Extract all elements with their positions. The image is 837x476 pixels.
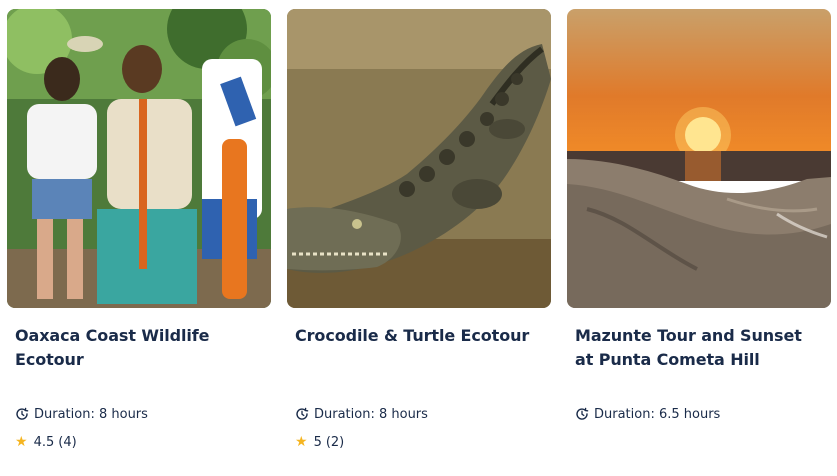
activity-title[interactable]: Oaxaca Coast Wildlife Ecotour bbox=[15, 324, 265, 372]
clock-refresh-icon bbox=[295, 407, 309, 421]
clock-refresh-icon bbox=[575, 407, 589, 421]
activity-duration-text: Duration: 8 hours bbox=[34, 406, 148, 422]
activity-card-oaxaca-coast-wildlife[interactable]: Oaxaca Coast Wildlife Ecotour Duration: … bbox=[7, 9, 271, 469]
activity-card-list: Oaxaca Coast Wildlife Ecotour Duration: … bbox=[0, 0, 837, 476]
activity-title[interactable]: Mazunte Tour and Sunset at Punta Cometa … bbox=[575, 324, 825, 372]
rating-value: 5 bbox=[313, 434, 322, 450]
star-icon: ★ bbox=[15, 434, 28, 450]
activity-duration: Duration: 6.5 hours bbox=[575, 405, 720, 423]
activity-rating: ★ 4.5 (4) bbox=[15, 433, 77, 451]
review-count: (4) bbox=[58, 434, 77, 450]
activity-card-mazunte-sunset[interactable]: Mazunte Tour and Sunset at Punta Cometa … bbox=[567, 9, 831, 469]
activity-image[interactable] bbox=[287, 9, 551, 308]
activity-duration-text: Duration: 8 hours bbox=[314, 406, 428, 422]
review-count: (2) bbox=[325, 434, 345, 450]
rating-value: 4.5 bbox=[33, 434, 55, 450]
star-icon: ★ bbox=[295, 434, 308, 450]
activity-rating: ★ 5 (2) bbox=[295, 433, 344, 451]
clock-refresh-icon bbox=[15, 407, 29, 421]
activity-image[interactable] bbox=[567, 9, 831, 308]
activity-duration-text: Duration: 6.5 hours bbox=[594, 406, 721, 422]
activity-duration: Duration: 8 hours bbox=[15, 405, 148, 423]
activity-image[interactable] bbox=[7, 9, 271, 308]
activity-card-crocodile-turtle[interactable]: Crocodile & Turtle Ecotour Duration: 8 h… bbox=[287, 9, 551, 469]
activity-duration: Duration: 8 hours bbox=[295, 405, 428, 423]
activity-title[interactable]: Crocodile & Turtle Ecotour bbox=[295, 324, 545, 348]
